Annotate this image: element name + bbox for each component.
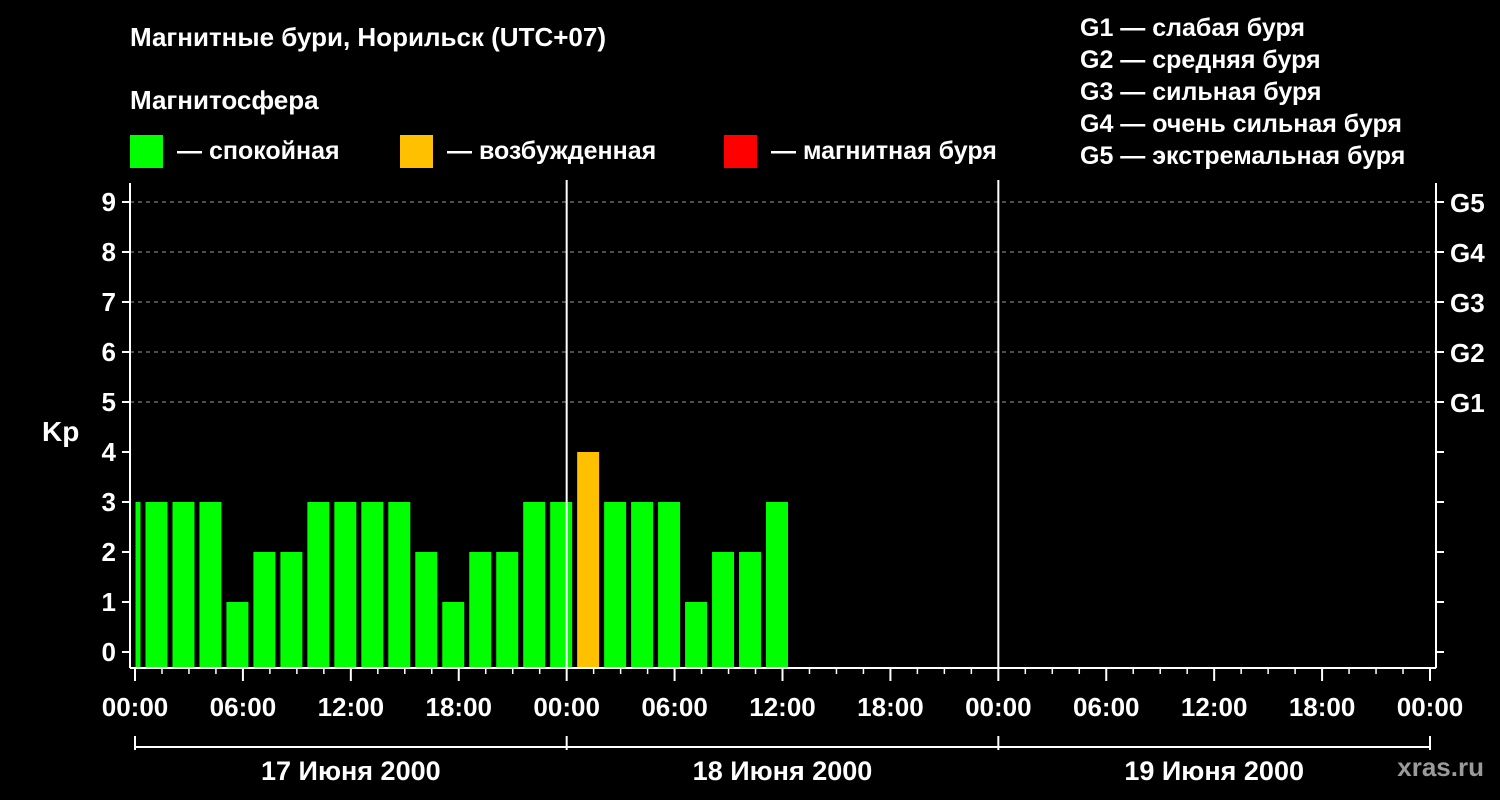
x-tick-label: 12:00 [749, 692, 816, 722]
x-tick-label: 18:00 [426, 692, 493, 722]
watermark: xras.ru [1397, 752, 1484, 782]
kp-bar [334, 502, 357, 668]
y-tick-label: 7 [102, 287, 116, 317]
y-tick-label: 6 [102, 337, 116, 367]
kp-bar [388, 502, 411, 668]
y-tick-label: 9 [102, 187, 116, 217]
kp-bar [496, 552, 519, 668]
kp-bar [226, 602, 249, 668]
g-scale-tick-label: G5 [1450, 188, 1485, 218]
x-tick-label: 00:00 [965, 692, 1032, 722]
y-tick-label: 4 [102, 437, 117, 467]
day-label: 19 Июня 2000 [1124, 756, 1304, 786]
x-tick-label: 18:00 [857, 692, 924, 722]
x-tick-label: 00:00 [102, 692, 169, 722]
kp-bar [712, 552, 735, 668]
kp-bar [135, 502, 141, 668]
kp-bar [469, 552, 492, 668]
kp-bar [658, 502, 681, 668]
kp-bar [523, 502, 546, 668]
kp-bar [739, 552, 762, 668]
x-tick-label: 12:00 [1181, 692, 1248, 722]
kp-bar [442, 602, 465, 668]
kp-bar [550, 502, 573, 668]
g-scale-tick-label: G3 [1450, 288, 1485, 318]
kp-bar [172, 502, 195, 668]
y-tick-label: 8 [102, 237, 116, 267]
x-tick-label: 12:00 [318, 692, 385, 722]
kp-bar [604, 502, 627, 668]
y-tick-label: 1 [102, 587, 116, 617]
x-tick-label: 06:00 [641, 692, 708, 722]
kp-bar [631, 502, 654, 668]
day-label: 17 Июня 2000 [261, 756, 441, 786]
y-tick-label: 0 [102, 637, 116, 667]
g-scale-tick-label: G2 [1450, 338, 1485, 368]
g-scale-tick-label: G4 [1450, 238, 1485, 268]
kp-bar [199, 502, 222, 668]
kp-bar-chart: 0 1 2 3 4 5 6 7 8 9 G1 G2 G3 G4 G5 Kp 00:00 06:00 12:00 18:… [42, 180, 1485, 786]
y-axis-label: Kp [42, 416, 79, 447]
kp-bar [415, 552, 438, 668]
g-scale-tick-label: G1 [1450, 388, 1485, 418]
kp-bar [280, 552, 303, 668]
x-tick-label: 00:00 [1397, 692, 1464, 722]
x-tick-label: 18:00 [1289, 692, 1356, 722]
y-tick-label: 3 [102, 487, 116, 517]
kp-bar [685, 602, 708, 668]
kp-bar [307, 502, 330, 668]
x-tick-label: 06:00 [1073, 692, 1140, 722]
kp-bar [766, 502, 788, 668]
x-tick-label: 00:00 [533, 692, 600, 722]
y-tick-label: 5 [102, 387, 116, 417]
kp-bar [577, 452, 600, 668]
day-label: 18 Июня 2000 [693, 756, 873, 786]
y-tick-label: 2 [102, 537, 116, 567]
kp-bar [253, 552, 276, 668]
kp-bar [145, 502, 168, 668]
kp-bar [361, 502, 384, 668]
x-tick-label: 06:00 [210, 692, 277, 722]
